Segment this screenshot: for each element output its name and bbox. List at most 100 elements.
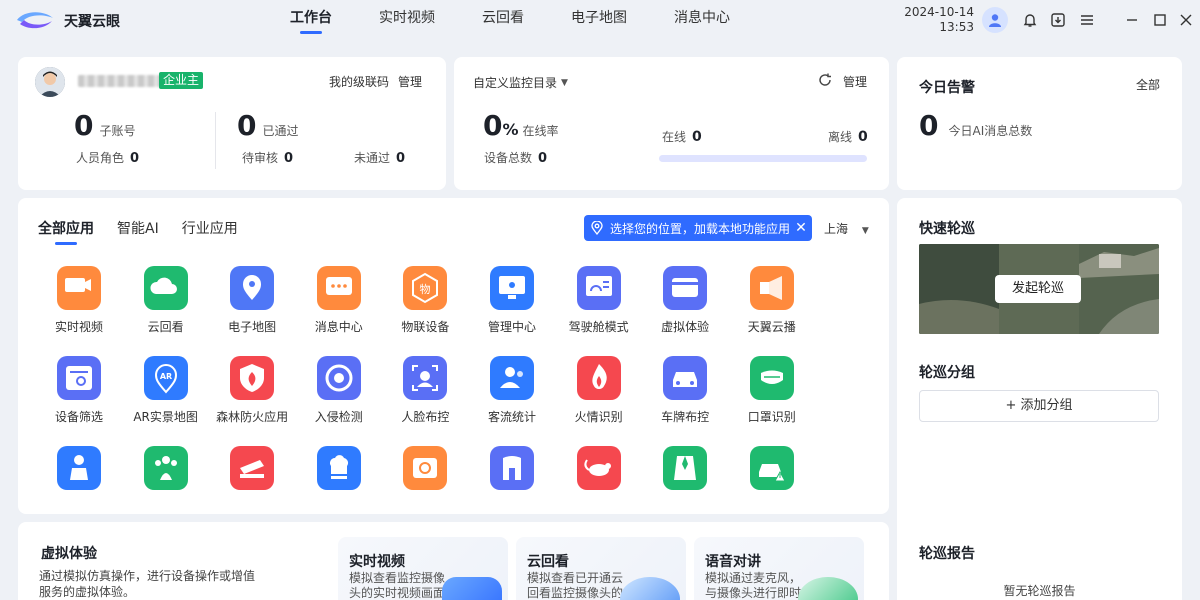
virtual-item-voice-intercom[interactable]: 语音对讲 模拟通过麦克风，与摄像头进行即时 [694, 537, 864, 600]
caret-down-icon: ▼ [861, 226, 869, 236]
app-tile[interactable] [123, 446, 209, 498]
nav-live-video[interactable]: 实时视频 [379, 0, 435, 40]
alarm-count: 0 [919, 109, 939, 142]
app-label: 天翼云播 [747, 320, 796, 334]
user-avatar-icon[interactable] [982, 7, 1008, 33]
top-bar: 天翼云眼 工作台 实时视频 云回看 电子地图 消息中心 2024-10-14 1… [0, 0, 1200, 40]
monitor-directory-dropdown[interactable]: 自定义监控目录 ▼ [473, 74, 568, 91]
refresh-icon[interactable] [818, 73, 834, 89]
download-icon[interactable] [1048, 10, 1068, 30]
chef-icon [316, 446, 361, 490]
cloud-camera-illustration-icon [620, 577, 680, 600]
apps-card: 全部应用 智能AI 行业应用 选择您的位置，加载本地功能应用 ✕ 上海 ▼ 实时… [18, 198, 889, 514]
city-selector[interactable]: 上海 ▼ [824, 220, 869, 237]
app-tile[interactable]: 管理中心 [469, 266, 555, 335]
avatar[interactable] [35, 67, 65, 97]
app-tile[interactable]: 口罩识别 [729, 356, 815, 425]
alarm-title: 今日告警 [919, 80, 975, 96]
start-patrol-button[interactable]: 发起轮巡 [995, 275, 1081, 303]
app-tile[interactable]: 电子地图 [209, 266, 295, 335]
app-tile[interactable]: 驾驶舱模式 [556, 266, 642, 335]
app-tile[interactable] [642, 446, 728, 498]
alarm-all-link[interactable]: 全部 [1136, 76, 1160, 93]
app-label: 车牌布控 [661, 410, 710, 424]
app-label: 入侵检测 [314, 410, 363, 424]
mask-icon [749, 356, 794, 400]
close-icon[interactable] [1176, 10, 1196, 30]
app-tabs: 全部应用 智能AI 行业应用 [38, 218, 261, 244]
intrusion-icon [316, 356, 361, 400]
tab-smart-ai[interactable]: 智能AI [117, 218, 159, 244]
rejected-stat: 未通过 0 [354, 149, 405, 166]
app-tile[interactable] [209, 446, 295, 498]
minimize-icon[interactable] [1122, 10, 1142, 30]
nav-e-map[interactable]: 电子地图 [571, 0, 627, 40]
app-tile[interactable] [296, 446, 382, 498]
tab-industry-apps[interactable]: 行业应用 [182, 218, 238, 244]
app-label: 虚拟体验 [661, 320, 710, 334]
app-tile[interactable]: 物物联设备 [382, 266, 468, 335]
patrol-report-empty: 暂无轮巡报告 [1003, 584, 1076, 598]
app-tile[interactable] [382, 446, 468, 498]
app-tile[interactable] [36, 446, 122, 498]
app-tile[interactable]: 火情识别 [556, 356, 642, 425]
app-label: 设备筛选 [54, 410, 103, 424]
passed-label: 已通过 [262, 124, 299, 138]
close-banner-icon[interactable]: ✕ [790, 220, 812, 236]
pending-label: 待审核 [242, 151, 279, 165]
date-text: 2024-10-14 [904, 5, 974, 19]
people-icon [490, 356, 534, 400]
virtual-item-title: 语音对讲 [705, 554, 761, 570]
tab-all-apps[interactable]: 全部应用 [38, 218, 94, 244]
app-label: 人脸布控 [401, 410, 450, 424]
add-group-button[interactable]: + 添加分组 [919, 390, 1159, 422]
app-tile[interactable] [729, 446, 815, 498]
patrol-report-title: 轮巡报告 [919, 546, 975, 562]
my-cascade-code-link[interactable]: 我的级联码 [329, 73, 389, 90]
app-tile[interactable]: 人脸布控 [382, 356, 468, 425]
app-tile[interactable]: 天翼云播 [729, 266, 815, 335]
location-banner[interactable]: 选择您的位置，加载本地功能应用 ✕ [584, 215, 812, 241]
door-icon [490, 446, 534, 490]
app-tile[interactable]: AR AR实景地图 [123, 356, 209, 425]
online-rate-label: 在线率 [522, 124, 559, 138]
online-progress-bar [659, 155, 867, 162]
logo-icon[interactable] [14, 8, 56, 32]
banner-icon [230, 446, 275, 490]
virtual-item-live-video[interactable]: 实时视频 模拟查看监控摄像头的实时视频画面 [338, 537, 508, 600]
app-tile[interactable]: 消息中心 [296, 266, 382, 335]
app-tile[interactable]: 实时视频 [36, 266, 122, 335]
app-label: 驾驶舱模式 [568, 320, 629, 334]
app-tile[interactable]: 车牌布控 [642, 356, 728, 425]
app-tile[interactable]: 森林防火应用 [209, 356, 295, 425]
account-card: 企业主 我的级联码 管理 0 子账号 人员角色 0 0 已通过 待审核 0 未通… [18, 57, 446, 190]
quick-patrol-title: 快速轮巡 [919, 221, 975, 237]
nav-workbench[interactable]: 工作台 [290, 0, 332, 40]
time-text: 13:53 [939, 20, 974, 34]
virtual-item-cloud-playback[interactable]: 云回看 模拟查看已开通云回看监控摄像头的 [516, 537, 686, 600]
car-alert-icon [749, 446, 794, 490]
sub-account-count: 0 [74, 109, 94, 142]
maximize-icon[interactable] [1150, 10, 1170, 30]
app-tile[interactable]: 云回看 [123, 266, 209, 335]
rat-icon [576, 446, 621, 490]
nav-message-center[interactable]: 消息中心 [674, 0, 730, 40]
menu-icon[interactable] [1077, 10, 1097, 30]
rejected-count: 0 [396, 151, 406, 166]
app-tile[interactable]: 客流统计 [469, 356, 555, 425]
bell-icon[interactable] [1020, 10, 1040, 30]
device-total-count: 0 [538, 151, 548, 166]
online-rate-value: 0 [483, 109, 503, 142]
monitor-card: 自定义监控目录 ▼ 管理 0 % 在线率 设备总数 0 在线 0 离线 0 [454, 57, 889, 190]
app-tile[interactable] [556, 446, 642, 498]
app-tile[interactable]: 入侵检测 [296, 356, 382, 425]
divider [215, 112, 216, 169]
virtual-title: 虚拟体验 [41, 546, 97, 562]
app-tile[interactable]: 虚拟体验 [642, 266, 728, 335]
app-tile[interactable] [469, 446, 555, 498]
account-manage-link[interactable]: 管理 [398, 73, 422, 90]
app-tile[interactable]: 设备筛选 [36, 356, 122, 425]
monitor-manage-link[interactable]: 管理 [843, 73, 867, 90]
percent-sign: % [502, 120, 519, 139]
nav-cloud-playback[interactable]: 云回看 [482, 0, 524, 40]
